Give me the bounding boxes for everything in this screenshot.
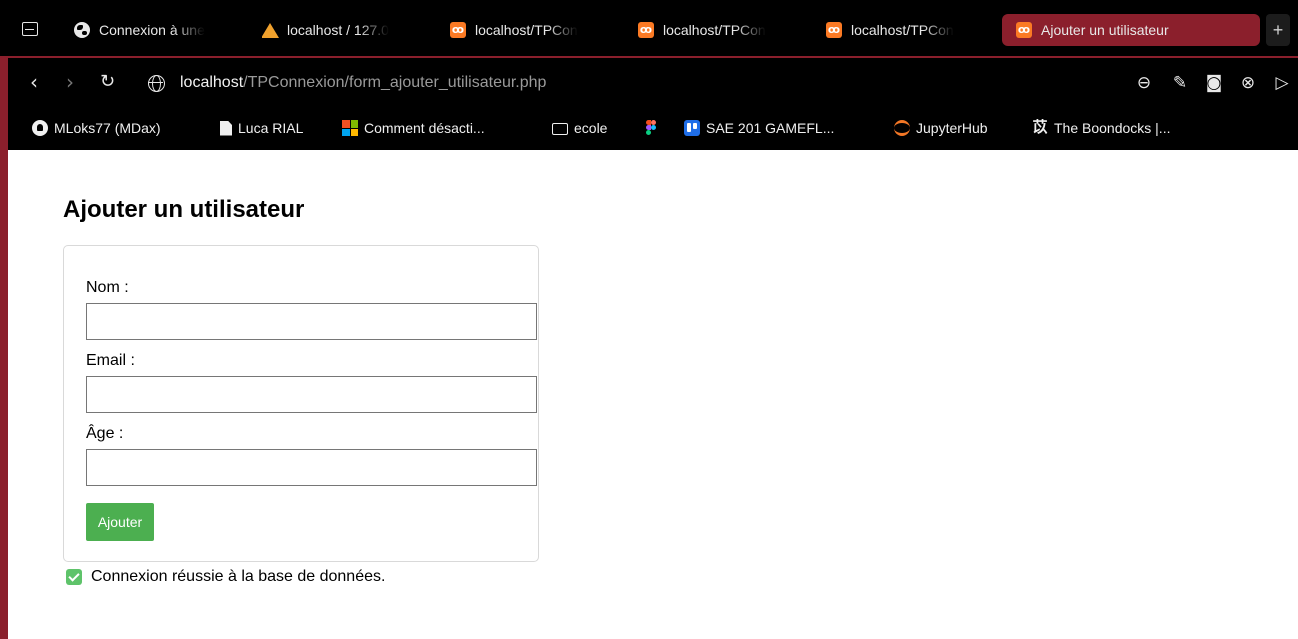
bookmark-label: MLoks77 (MDax)	[54, 120, 161, 136]
bookmark-luca-rial[interactable]: Luca RIAL	[220, 120, 303, 136]
bookmark-sae-201[interactable]: SAE 201 GAMEFL...	[684, 120, 834, 136]
document-icon	[220, 120, 232, 136]
boondocks-icon: 苡	[1032, 119, 1048, 136]
github-icon	[32, 120, 48, 136]
bookmark-label: The Boondocks |...	[1054, 120, 1171, 136]
tab-localhost-2[interactable]: ꝏ localhost/TPCon	[638, 14, 798, 46]
back-icon[interactable]: ‹	[30, 70, 38, 94]
close-circle-icon[interactable]: ⊗	[1238, 73, 1258, 93]
url-field[interactable]: localhost/TPConnexion/form_ajouter_utili…	[180, 74, 546, 92]
address-bar: ‹ › ↻ localhost/TPConnexion/form_ajouter…	[0, 56, 1298, 108]
name-label: Nom :	[86, 279, 129, 296]
bookmark-jupyterhub[interactable]: JupyterHub	[894, 120, 988, 136]
bookmark-figma[interactable]	[646, 120, 662, 136]
xampp-icon: ꝏ	[826, 22, 842, 38]
xampp-icon: ꝏ	[450, 22, 466, 38]
status-message: Connexion réussie à la base de données.	[91, 568, 386, 585]
page-viewport: Ajouter un utilisateur Nom : Email : Âge…	[0, 150, 1298, 639]
zoom-out-icon[interactable]: ⊖	[1134, 73, 1154, 93]
tab-label: Ajouter un utilisateur	[1041, 22, 1169, 38]
bookmark-label: Comment désacti...	[364, 120, 485, 136]
check-icon	[66, 569, 82, 585]
bookmarks-bar: MLoks77 (MDax) Luca RIAL Comment désacti…	[0, 108, 1298, 150]
url-path: /TPConnexion/form_ajouter_utilisateur.ph…	[243, 74, 547, 91]
folder-icon	[552, 123, 568, 135]
edit-icon[interactable]: ✎	[1170, 73, 1190, 93]
sidebar-toggle-icon[interactable]	[22, 22, 38, 36]
tab-phpmyadmin[interactable]: localhost / 127.0	[262, 14, 422, 46]
tab-strip: Connexion à une localhost / 127.0 ꝏ loca…	[0, 0, 1298, 56]
camera-icon[interactable]: ◙	[1204, 73, 1224, 93]
tab-label: localhost / 127.0	[287, 22, 389, 38]
bookmark-github[interactable]: MLoks77 (MDax)	[32, 120, 161, 136]
phpmyadmin-icon	[262, 22, 279, 38]
age-input[interactable]	[86, 449, 537, 486]
bookmark-label: SAE 201 GAMEFL...	[706, 120, 835, 136]
age-label: Âge :	[86, 425, 124, 442]
tab-label: localhost/TPCon	[475, 22, 578, 38]
microsoft-icon	[342, 120, 358, 136]
email-label: Email :	[86, 352, 135, 369]
tab-localhost-1[interactable]: ꝏ localhost/TPCon	[450, 14, 610, 46]
xampp-icon: ꝏ	[638, 22, 654, 38]
email-input[interactable]	[86, 376, 537, 413]
site-info-icon[interactable]	[148, 75, 165, 92]
name-input[interactable]	[86, 303, 537, 340]
connection-status: Connexion réussie à la base de données.	[66, 568, 385, 586]
forward-icon[interactable]: ›	[66, 70, 74, 94]
bookmark-label: ecole	[574, 120, 608, 136]
bookmark-label: Luca RIAL	[238, 120, 304, 136]
send-icon[interactable]: ▷	[1272, 73, 1292, 93]
reload-icon[interactable]: ↻	[100, 70, 115, 94]
globe-icon	[74, 22, 90, 38]
xampp-icon: ꝏ	[1016, 22, 1032, 38]
trello-icon	[684, 120, 700, 136]
tab-label: localhost/TPCon	[663, 22, 766, 38]
tab-connexion[interactable]: Connexion à une	[74, 14, 234, 46]
tab-label: Connexion à une	[99, 22, 205, 38]
url-host: localhost	[180, 74, 244, 91]
page-title: Ajouter un utilisateur	[63, 196, 305, 223]
bookmark-boondocks[interactable]: 苡 The Boondocks |...	[1032, 119, 1171, 137]
tab-ajouter-utilisateur[interactable]: ꝏ Ajouter un utilisateur	[1002, 14, 1260, 46]
add-button[interactable]: Ajouter	[86, 503, 154, 541]
add-user-form: Nom : Email : Âge : Ajouter	[63, 245, 539, 562]
figma-icon	[646, 120, 656, 136]
bookmark-ecole[interactable]: ecole	[552, 120, 607, 136]
new-tab-button[interactable]: +	[1266, 14, 1290, 46]
tab-localhost-3[interactable]: ꝏ localhost/TPCon	[826, 14, 986, 46]
tab-label: localhost/TPCon	[851, 22, 954, 38]
bookmark-comment-desactiver[interactable]: Comment désacti...	[342, 120, 485, 136]
jupyter-icon	[894, 120, 910, 136]
bookmark-label: JupyterHub	[916, 120, 988, 136]
